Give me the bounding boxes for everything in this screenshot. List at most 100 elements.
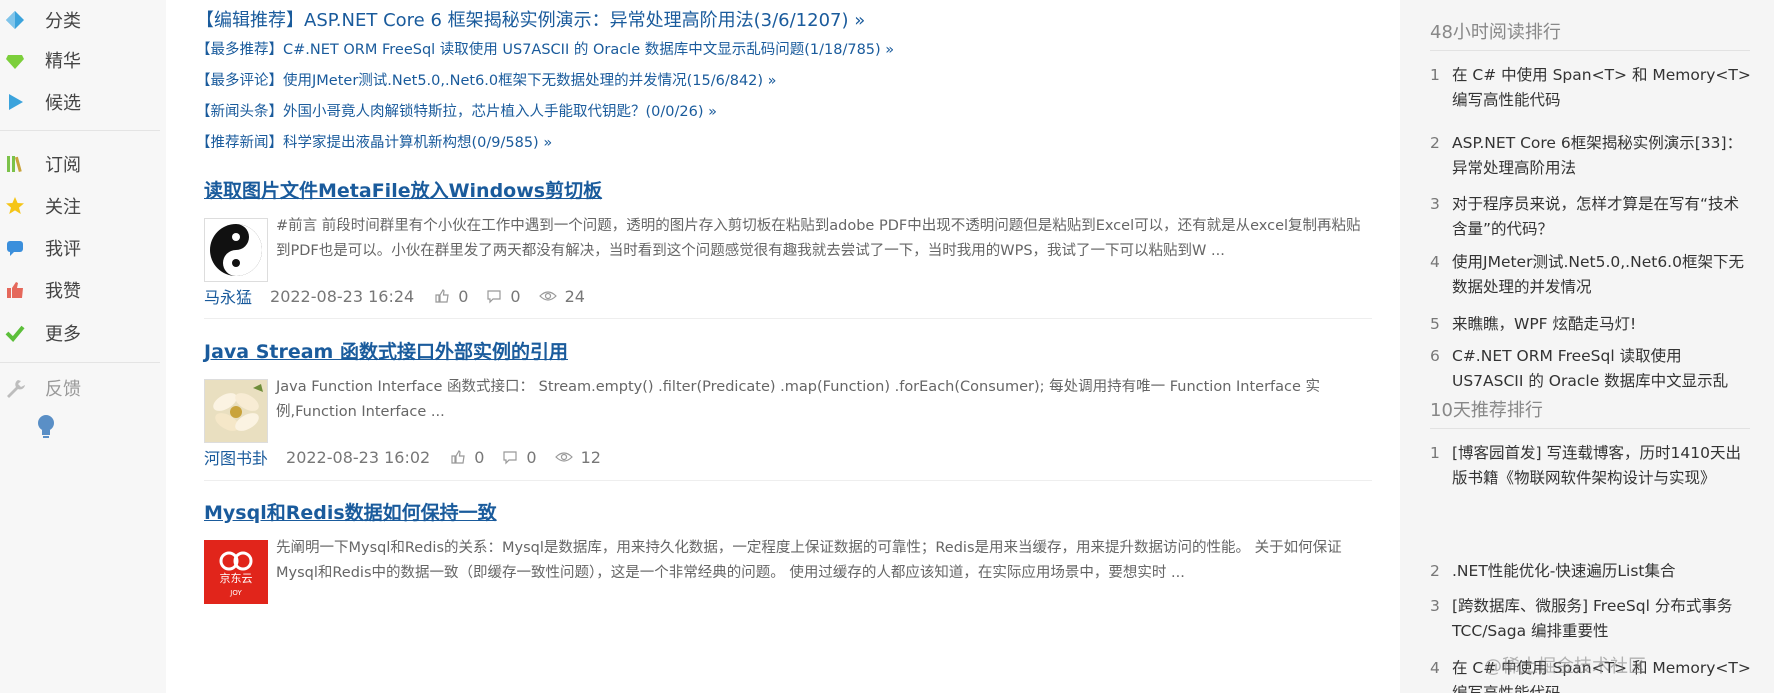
jdcloud-logo-text: 京东云 (220, 571, 253, 585)
nav-item-featured[interactable]: 精华 (0, 40, 160, 80)
rank-title-link[interactable]: ASP.NET Core 6框架揭秘实例演示[33]：异常处理高阶用法 (1452, 131, 1752, 181)
nav-label-category: 分类 (45, 11, 81, 32)
post-author-link[interactable]: 河图书卦 (204, 445, 268, 469)
rank-number: 1 (1430, 444, 1440, 462)
rank-number: 2 (1430, 562, 1440, 580)
rank-title-link[interactable]: .NET性能优化-快速遍历List集合 (1452, 559, 1752, 584)
nav-label-feedback: 反馈 (45, 379, 81, 400)
books-icon (4, 153, 26, 175)
thumbs-up-icon (4, 279, 26, 301)
like-count[interactable]: 0 (450, 448, 484, 467)
post-item: 读取图片文件MetaFile放入Windows剪切板 #前言 前段时间群里有个小… (204, 176, 1372, 307)
flower-avatar[interactable] (204, 379, 268, 443)
sidebar-divider (1430, 50, 1750, 51)
hot-48h-heading: 48小时阅读排行 (1430, 22, 1561, 43)
jdcloud-logo-sub: JOY (229, 589, 242, 597)
star-icon (4, 195, 26, 217)
rank-title-link[interactable]: 对于程序员来说，怎样才算是在写有“技术含量”的代码？ (1452, 192, 1752, 242)
nav-divider (0, 362, 160, 363)
comment-count[interactable]: 0 (486, 287, 521, 306)
nav-item-my-comments[interactable]: 我评 (0, 228, 160, 268)
rank-title-link[interactable]: [跨数据库、微服务] FreeSql 分布式事务 TCC/Saga 编排重要性 (1452, 594, 1752, 644)
left-sidebar: 分类 精华 候选 订阅 关注 我评 我赞 更多 反馈 (0, 0, 166, 693)
like-count[interactable]: 0 (434, 287, 468, 306)
nav-label-subscribe: 订阅 (45, 155, 81, 176)
rank-number: 3 (1430, 195, 1440, 213)
rank-number: 2 (1430, 134, 1440, 152)
rank-title-link[interactable]: 来瞧瞧，WPF 炫酷走马灯! (1452, 312, 1752, 337)
comment-icon (503, 451, 517, 465)
eye-icon (554, 452, 573, 462)
rank-title-link[interactable]: C#.NET ORM FreeSql 读取使用 US7ASCII 的 Oracl… (1452, 344, 1752, 394)
gem-icon (4, 49, 26, 71)
post-date: 2022-08-23 16:02 (286, 447, 431, 467)
yin-yang-avatar[interactable] (204, 218, 268, 282)
nav-item-candidate[interactable]: 候选 (0, 82, 160, 122)
rank-number: 1 (1430, 66, 1440, 84)
comment-icon (4, 237, 26, 259)
view-count: 12 (554, 447, 601, 467)
view-count: 24 (538, 286, 585, 306)
nav-item-feedback[interactable]: 反馈 (0, 368, 160, 408)
rank-number: 5 (1430, 315, 1440, 333)
right-sidebar: 48小时阅读排行 1 在 C# 中使用 Span<T> 和 Memory<T> … (1400, 0, 1774, 693)
sidebar-divider (1430, 428, 1750, 429)
nav-item-follow[interactable]: 关注 (0, 186, 160, 226)
check-icon (4, 322, 26, 344)
post-summary: #前言 前段时间群里有个小伙在工作中遇到一个问题，透明的图片存入剪切板在粘贴到a… (276, 218, 1361, 259)
eye-icon (538, 291, 557, 301)
main-content: 【编辑推荐】ASP.NET Core 6 框架揭秘实例演示：异常处理高阶用法(3… (166, 0, 1388, 693)
nav-label-my-comments: 我评 (45, 239, 81, 260)
post-meta: 马永猛 2022-08-23 16:24 0 0 24 (204, 284, 603, 308)
thumbs-up-icon (451, 450, 465, 464)
play-icon (4, 91, 26, 113)
nav-divider (0, 130, 160, 131)
post-date: 2022-08-23 16:24 (270, 286, 415, 306)
thumbs-up-icon (435, 289, 449, 303)
post-title-link[interactable]: 读取图片文件MetaFile放入Windows剪切板 (204, 176, 602, 203)
nav-label-featured: 精华 (45, 51, 81, 72)
comment-count-value: 0 (526, 447, 537, 467)
post-divider (204, 318, 1372, 319)
most-commented-link[interactable]: 【最多评论】使用JMeter测试.Net5.0,.Net6.0框架下无数据处理的… (196, 69, 777, 90)
rank-title-link[interactable]: [博客园首发] 写连载博客，历时1410天出版书籍《物联网软件架构设计与实现》 (1452, 441, 1752, 491)
most-recommended-link[interactable]: 【最多推荐】C#.NET ORM FreeSql 读取使用 US7ASCII 的… (196, 38, 894, 59)
nav-item-my-likes[interactable]: 我赞 (0, 270, 160, 310)
comment-icon (487, 290, 501, 304)
post-title-link[interactable]: Java Stream 函数式接口外部实例的引用 (204, 337, 568, 364)
like-count-value: 0 (474, 447, 485, 467)
lightbulb-icon[interactable] (36, 414, 56, 444)
rank-number: 6 (1430, 347, 1440, 365)
rank-number: 3 (1430, 597, 1440, 615)
view-count-value: 24 (564, 286, 585, 306)
editor-recommend-link[interactable]: 【编辑推荐】ASP.NET Core 6 框架揭秘实例演示：异常处理高阶用法(3… (196, 6, 865, 32)
recommended-news-link[interactable]: 【推荐新闻】科学家提出液晶计算机新构想(0/9/585) » (196, 131, 552, 152)
post-meta: 河图书卦 2022-08-23 16:02 0 0 12 (204, 445, 619, 469)
post-divider (204, 480, 1372, 481)
category-diamond-icon (4, 9, 26, 31)
rank-number: 4 (1430, 659, 1440, 677)
nav-label-follow: 关注 (45, 197, 81, 218)
nav-item-more[interactable]: 更多 (0, 313, 160, 353)
watermark-text: @稀土掘金技术社区 (1484, 656, 1646, 677)
nav-label-more: 更多 (45, 324, 81, 345)
like-count-value: 0 (458, 286, 469, 306)
rank-item[interactable]: 6 C#.NET ORM FreeSql 读取使用 US7ASCII 的 Ora… (1430, 344, 1760, 394)
nav-label-my-likes: 我赞 (45, 281, 81, 302)
post-item: Mysql和Redis数据如何保持一致 京东云 JOY 先阐明一下Mysql和R… (204, 498, 1372, 604)
comment-count[interactable]: 0 (502, 447, 537, 467)
post-author-link[interactable]: 马永猛 (204, 284, 252, 308)
rank-title-link[interactable]: 在 C# 中使用 Span<T> 和 Memory<T> 编写高性能代码 (1452, 63, 1752, 113)
jdcloud-logo[interactable]: 京东云 JOY (204, 540, 268, 604)
news-headline-link[interactable]: 【新闻头条】外国小哥竟人肉解锁特斯拉，芯片植入人手能取代钥匙？(0/0/26) … (196, 100, 717, 121)
wrench-icon (4, 377, 26, 399)
nav-item-subscribe[interactable]: 订阅 (0, 144, 160, 184)
rank-title-link[interactable]: 使用JMeter测试.Net5.0,.Net6.0框架下无数据处理的并发情况 (1452, 250, 1752, 300)
nav-item-category[interactable]: 分类 (0, 0, 160, 40)
view-count-value: 12 (580, 447, 601, 467)
rank-number: 4 (1430, 253, 1440, 271)
post-title-link[interactable]: Mysql和Redis数据如何保持一致 (204, 498, 497, 525)
nav-label-candidate: 候选 (45, 93, 81, 114)
post-item: Java Stream 函数式接口外部实例的引用 Java Function I… (204, 337, 1372, 468)
recommend-10d-heading: 10天推荐排行 (1430, 400, 1543, 421)
